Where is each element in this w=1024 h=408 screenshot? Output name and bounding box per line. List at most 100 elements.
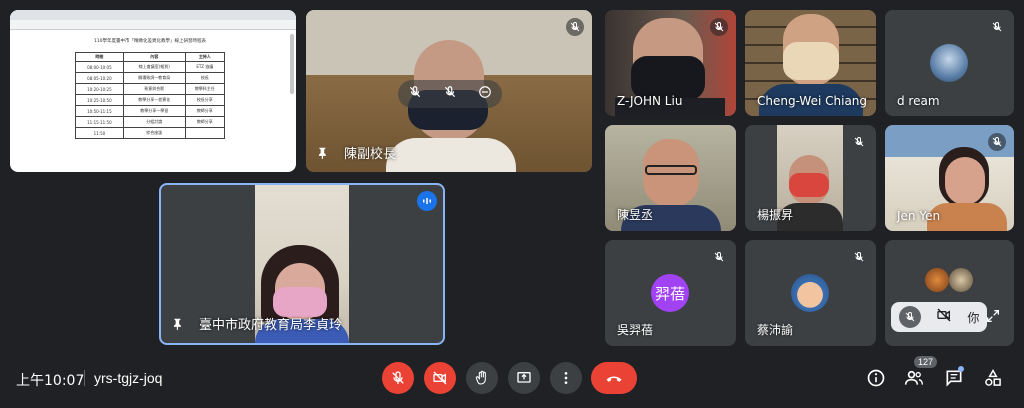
- mic-off-icon: [710, 18, 728, 36]
- mic-off-icon: [988, 18, 1006, 36]
- table-row: 10:50-11:15 教學分享—學習 教師分享: [75, 105, 226, 117]
- more-options-button[interactable]: [550, 362, 582, 394]
- table-cell: 校長分享: [184, 94, 226, 106]
- table-cell: 11:15-11:50: [75, 116, 124, 128]
- face-mask: [273, 287, 327, 317]
- participant-tile[interactable]: Cheng-Wei Chiang: [745, 10, 876, 116]
- participant-name: 吳羿蓓: [617, 323, 654, 337]
- table-row: 08:00-10:05 線上會議室(報到) ETZ 協議: [75, 61, 226, 73]
- divider: [84, 370, 85, 386]
- mic-off-icon: [988, 133, 1006, 151]
- face-mask: [783, 42, 839, 80]
- scrollbar[interactable]: [290, 34, 294, 94]
- self-view-controls: 你: [891, 302, 987, 332]
- avatar: 羿蓓: [651, 274, 689, 312]
- participant-name: Jen Yen: [897, 209, 941, 223]
- participant-tile[interactable]: d ream: [885, 10, 1014, 116]
- chat-notification-dot: [958, 366, 964, 372]
- table-cell: 綜合座談: [122, 127, 186, 139]
- face-mask: [789, 173, 829, 197]
- table-cell: 教學分享—差異化: [122, 94, 186, 106]
- speaking-indicator-icon: [417, 191, 437, 211]
- avatar: [930, 44, 968, 82]
- mic-off-icon: [710, 248, 728, 266]
- table-row: 11:15-11:50 分組討論 教師分享: [75, 116, 226, 128]
- table-cell: 致意與合影: [122, 83, 186, 95]
- participant-tile[interactable]: 楊振昇: [745, 125, 876, 231]
- table-header: 內容: [122, 52, 186, 62]
- avatar: [925, 268, 949, 292]
- table-row: 10:20-10:25 致意與合影 教學科主任: [75, 83, 226, 95]
- participant-tile[interactable]: 羿蓓 吳羿蓓: [605, 240, 736, 346]
- participant-name: 楊振昇: [757, 208, 794, 222]
- mic-off-icon[interactable]: [898, 306, 921, 328]
- mic-off-icon: [850, 248, 868, 266]
- people-icon[interactable]: [903, 367, 925, 389]
- table-cell: 教學分享—學習: [122, 105, 186, 117]
- participant-tile[interactable]: Z-JOHN Liu: [605, 10, 736, 116]
- participant-tile[interactable]: Jen Yen: [885, 125, 1014, 231]
- table-row: 11:50 綜合座談: [75, 127, 226, 139]
- screen-share-tile[interactable]: 110學年度臺中市「精緻化差異化教學」線上研習時程表 時間 內容 主持人 08:…: [10, 10, 296, 172]
- person-face: [945, 157, 985, 205]
- avatar: [791, 274, 829, 312]
- schedule-table: 時間 內容 主持人 08:00-10:05 線上會議室(報到) ETZ 協議 08:0…: [75, 52, 226, 139]
- avatar: [949, 268, 973, 292]
- table-cell: 教師分享: [184, 105, 226, 117]
- remove-icon[interactable]: [478, 85, 492, 104]
- mic-off-icon: [566, 18, 584, 36]
- mic-off-icon[interactable]: [408, 85, 422, 104]
- table-cell: 校長: [184, 72, 226, 84]
- table-cell: 10:20-10:25: [75, 83, 124, 95]
- avatar-initials: 羿蓓: [654, 284, 685, 303]
- end-call-button[interactable]: [591, 362, 637, 394]
- participant-tile-active-speaker[interactable]: 臺中市政府教育局李貞玲: [159, 183, 445, 345]
- table-cell: 教學科主任: [184, 83, 226, 95]
- activities-icon[interactable]: [982, 367, 1004, 389]
- person-body: [386, 138, 516, 172]
- participant-name: 臺中市政府教育局李貞玲: [199, 318, 343, 333]
- mic-off-icon[interactable]: [443, 85, 457, 104]
- present-screen-button[interactable]: [508, 362, 540, 394]
- table-cell: 線上會議室(報到): [122, 61, 186, 73]
- participant-name: Cheng-Wei Chiang: [757, 94, 868, 108]
- table-cell: 11:50: [75, 127, 124, 139]
- mic-toggle-button[interactable]: [382, 362, 414, 394]
- participant-name: 蔡沛諭: [757, 323, 794, 337]
- participant-name: d ream: [897, 94, 940, 108]
- raise-hand-button[interactable]: [466, 362, 498, 394]
- table-cell: 10:25-10:50: [75, 94, 124, 106]
- table-cell: 分組討論: [122, 116, 186, 128]
- participant-tile[interactable]: 陳昱丞: [605, 125, 736, 231]
- participant-tile-large[interactable]: 陳副校長: [306, 10, 592, 172]
- participant-name: Z-JOHN Liu: [617, 94, 683, 108]
- table-row: 08:05-10:20 開場致詞—教育局 校長: [75, 72, 226, 84]
- table-cell: 08:00-10:05: [75, 61, 124, 73]
- document-titlebar: [10, 10, 296, 20]
- table-row: 10:25-10:50 教學分享—差異化 校長分享: [75, 94, 226, 106]
- expand-icon[interactable]: [985, 308, 1001, 329]
- participant-tile[interactable]: 蔡沛諭: [745, 240, 876, 346]
- table-header: 時間: [75, 52, 124, 62]
- participant-name: 陳昱丞: [617, 208, 654, 222]
- table-cell: ETZ 協議: [184, 61, 226, 73]
- pin-icon[interactable]: [316, 146, 332, 162]
- document-title: 110學年度臺中市「精緻化差異化教學」線上研習時程表: [93, 39, 207, 44]
- overflow-tile[interactable]: 你: [885, 240, 1014, 346]
- document-toolbar: [10, 20, 296, 30]
- pin-icon[interactable]: [171, 317, 187, 333]
- meeting-time: 上午10:07: [16, 373, 85, 389]
- table-cell: 開場致詞—教育局: [122, 72, 186, 84]
- table-header: 主持人: [184, 52, 226, 62]
- glasses: [645, 165, 697, 175]
- mic-off-icon: [850, 133, 868, 151]
- participant-count-badge: 127: [914, 356, 938, 368]
- table-cell: 教師分享: [184, 116, 226, 128]
- meeting-details-icon[interactable]: [865, 367, 887, 389]
- table-cell: 08:05-10:20: [75, 72, 124, 84]
- participant-name: 陳副校長: [344, 147, 397, 162]
- camera-toggle-button[interactable]: [424, 362, 456, 394]
- camera-off-icon[interactable]: [936, 307, 952, 328]
- self-label: 你: [967, 310, 980, 325]
- table-cell: [184, 127, 226, 139]
